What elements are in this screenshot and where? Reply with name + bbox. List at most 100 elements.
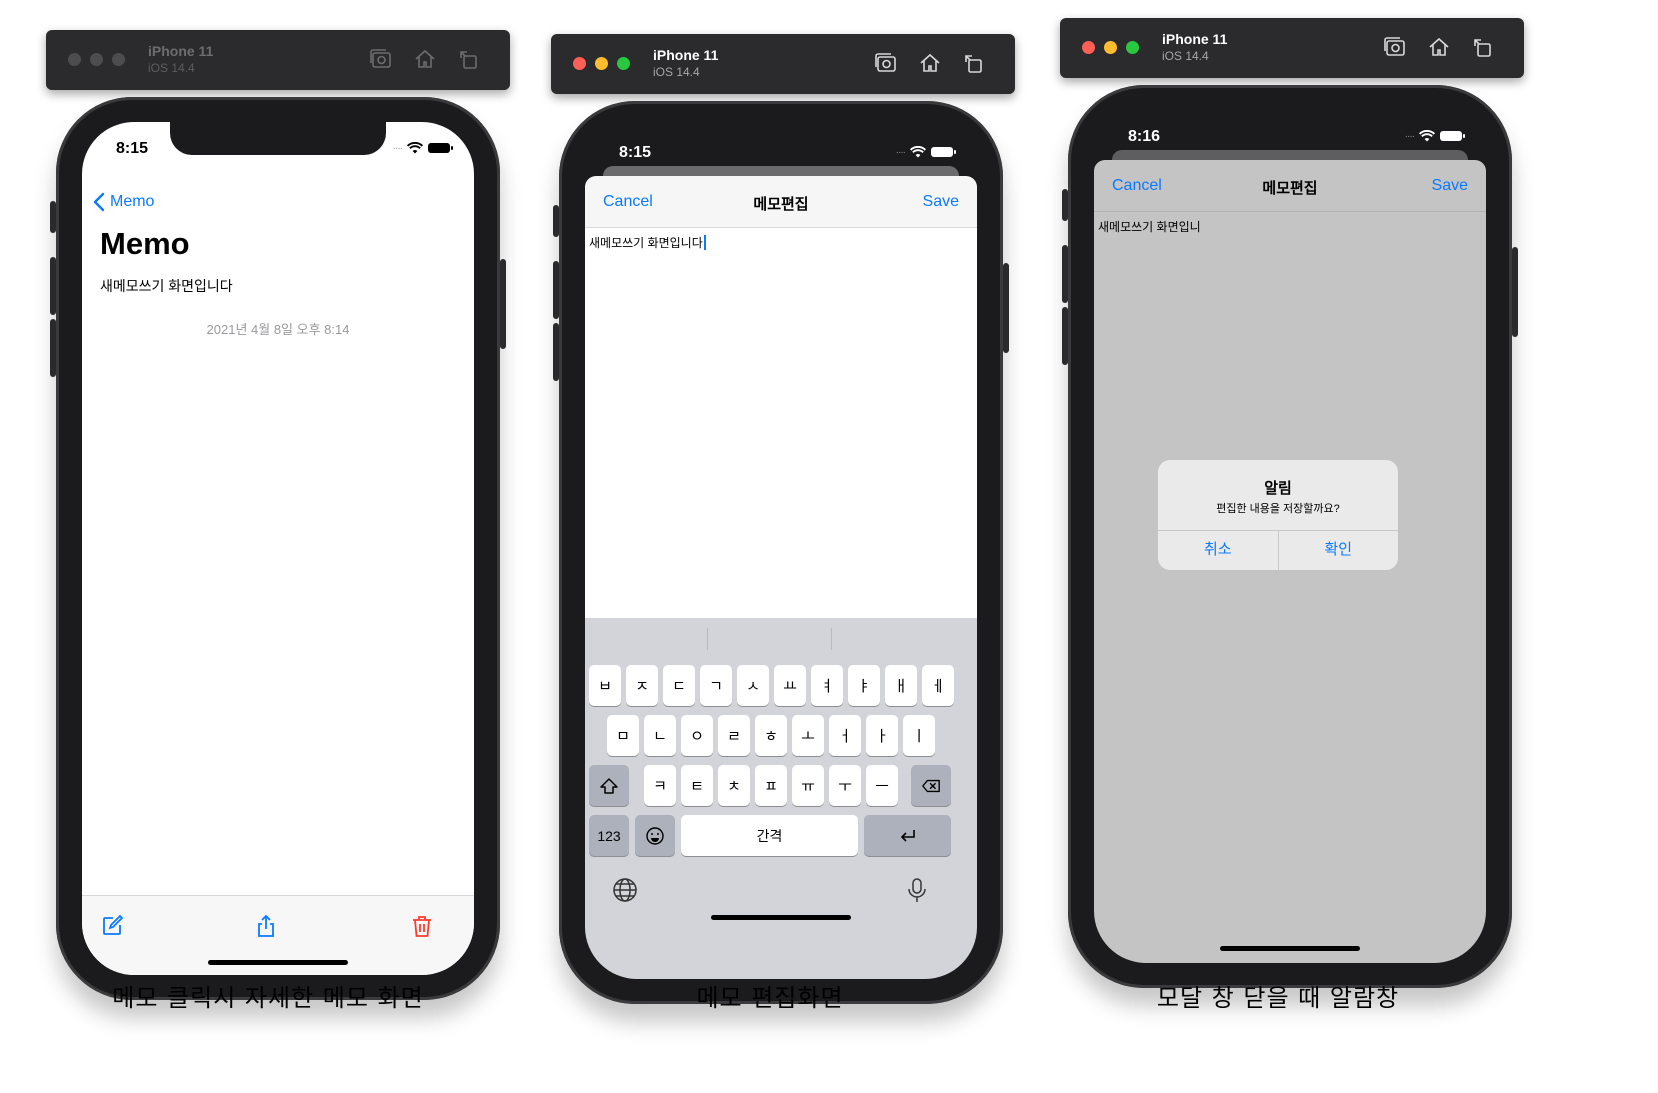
key[interactable]: ㅍ bbox=[755, 765, 787, 806]
suggestion-bar bbox=[585, 618, 977, 660]
cellular-icon: ···· bbox=[895, 146, 906, 158]
globe-icon[interactable] bbox=[611, 876, 639, 904]
key[interactable]: ㄴ bbox=[644, 715, 676, 756]
back-label: Memo bbox=[110, 193, 155, 210]
suggestion-divider bbox=[707, 628, 708, 650]
home-icon[interactable] bbox=[1426, 34, 1452, 60]
zoom-button[interactable] bbox=[112, 53, 125, 66]
mute-switch bbox=[50, 201, 56, 233]
alert-title: 알림 bbox=[1264, 480, 1292, 497]
rotate-icon[interactable] bbox=[456, 46, 482, 72]
home-indicator bbox=[1220, 946, 1360, 951]
share-icon[interactable] bbox=[254, 914, 278, 938]
minimize-button[interactable] bbox=[1104, 41, 1117, 54]
key[interactable]: ㅛ bbox=[774, 665, 806, 706]
alert-confirm-button[interactable]: 확인 bbox=[1277, 531, 1399, 570]
compose-icon[interactable] bbox=[100, 914, 124, 938]
key[interactable]: ㅜ bbox=[829, 765, 861, 806]
key[interactable]: ㅏ bbox=[866, 715, 898, 756]
power-button bbox=[1512, 247, 1518, 337]
close-button[interactable] bbox=[573, 57, 586, 70]
simulator-titlebar[interactable]: iPhone 11 iOS 14.4 bbox=[46, 30, 510, 90]
zoom-button[interactable] bbox=[617, 57, 630, 70]
battery-icon bbox=[428, 143, 453, 153]
trash-icon[interactable] bbox=[410, 914, 434, 938]
key[interactable]: ㅠ bbox=[792, 765, 824, 806]
power-button bbox=[1003, 263, 1009, 353]
key[interactable]: ㄷ bbox=[663, 665, 695, 706]
editor-text: 새메모쓰기 화면입니다 bbox=[589, 236, 703, 250]
window-controls bbox=[573, 57, 630, 70]
key[interactable]: ㄹ bbox=[718, 715, 750, 756]
screenshot-icon[interactable] bbox=[368, 46, 394, 72]
emoji-key[interactable] bbox=[635, 815, 675, 856]
key[interactable]: ㅓ bbox=[829, 715, 861, 756]
key[interactable]: ㅂ bbox=[589, 665, 621, 706]
battery-icon bbox=[1440, 131, 1465, 141]
back-button[interactable]: Memo bbox=[92, 192, 154, 212]
zoom-button[interactable] bbox=[1126, 41, 1139, 54]
korean-keyboard: ㅂ ㅈ ㄷ ㄱ ㅅ ㅛ ㅕ ㅑ ㅐ ㅔ ㅁ ㄴ ㅇ ㄹ ㅎ ㅗ ㅓ ㅏ ㅣ ㅋ … bbox=[585, 618, 977, 979]
key[interactable]: ㅗ bbox=[792, 715, 824, 756]
wifi-icon bbox=[910, 146, 926, 158]
key[interactable]: ㅅ bbox=[737, 665, 769, 706]
alert-message: 편집한 내용을 저장할까요? bbox=[1216, 503, 1340, 515]
return-key[interactable] bbox=[864, 815, 951, 856]
close-button[interactable] bbox=[1082, 41, 1095, 54]
window-controls bbox=[1082, 41, 1139, 54]
volume-up-button bbox=[553, 261, 559, 319]
key[interactable]: ㅋ bbox=[644, 765, 676, 806]
os-version: iOS 14.4 bbox=[148, 61, 195, 75]
minimize-button[interactable] bbox=[595, 57, 608, 70]
simulator-titlebar[interactable]: iPhone 11 iOS 14.4 bbox=[551, 34, 1015, 94]
key[interactable]: ㅌ bbox=[681, 765, 713, 806]
key[interactable]: ㄱ bbox=[700, 665, 732, 706]
simulator-titlebar[interactable]: iPhone 11 iOS 14.4 bbox=[1060, 18, 1524, 78]
phone-screen: 8:15 ···· Cancel 메모편집 Save 새메모쓰기 화면입니다 ㅂ… bbox=[585, 126, 977, 979]
caption: 메모 편집화면 bbox=[696, 984, 844, 1012]
backspace-icon bbox=[922, 779, 940, 792]
notch bbox=[1182, 110, 1398, 143]
power-button bbox=[500, 259, 506, 349]
key[interactable]: ㅈ bbox=[626, 665, 658, 706]
mute-switch bbox=[553, 205, 559, 237]
save-button[interactable]: Save bbox=[1432, 177, 1468, 195]
key[interactable]: ㅁ bbox=[607, 715, 639, 756]
key[interactable]: ㅣ bbox=[903, 715, 935, 756]
screenshot-icon[interactable] bbox=[873, 50, 899, 76]
window-controls bbox=[68, 53, 125, 66]
key[interactable]: ㅎ bbox=[755, 715, 787, 756]
key[interactable]: ㅇ bbox=[681, 715, 713, 756]
microphone-icon[interactable] bbox=[903, 876, 931, 904]
chevron-left-icon bbox=[93, 192, 105, 212]
numbers-key[interactable]: 123 bbox=[589, 815, 629, 856]
key[interactable]: ㅔ bbox=[922, 665, 954, 706]
screenshot-icon[interactable] bbox=[1382, 34, 1408, 60]
key[interactable]: ㅐ bbox=[885, 665, 917, 706]
key[interactable]: ㅡ bbox=[866, 765, 898, 806]
volume-down-button bbox=[553, 323, 559, 381]
key[interactable]: ㅊ bbox=[718, 765, 750, 806]
notch bbox=[673, 126, 889, 159]
home-indicator bbox=[208, 960, 348, 965]
phone-screen: 8:15 ···· Memo Memo 새메모쓰기 화면입니다 2021년 4월… bbox=[82, 122, 474, 975]
close-button[interactable] bbox=[68, 53, 81, 66]
home-icon[interactable] bbox=[917, 50, 943, 76]
key[interactable]: ㅕ bbox=[811, 665, 843, 706]
minimize-button[interactable] bbox=[90, 53, 103, 66]
alert-dialog: 알림 편집한 내용을 저장할까요? 취소 확인 bbox=[1158, 460, 1398, 570]
save-button[interactable]: Save bbox=[923, 193, 959, 211]
iphone-frame: 8:15 ···· Memo Memo 새메모쓰기 화면입니다 2021년 4월… bbox=[50, 97, 506, 1000]
home-icon[interactable] bbox=[412, 46, 438, 72]
alert-cancel-button[interactable]: 취소 bbox=[1158, 531, 1278, 570]
rotate-icon[interactable] bbox=[1470, 34, 1496, 60]
rotate-icon[interactable] bbox=[961, 50, 987, 76]
dimmed-modal: Cancel 메모편집 Save 새메모쓰기 화면입니 알림 편집한 내용을 저… bbox=[1094, 160, 1486, 963]
status-time: 8:16 bbox=[1128, 128, 1161, 145]
key[interactable]: ㅑ bbox=[848, 665, 880, 706]
shift-key[interactable] bbox=[589, 765, 629, 806]
shift-icon bbox=[600, 777, 618, 794]
space-key[interactable]: 간격 bbox=[681, 815, 858, 856]
text-editor[interactable]: 새메모쓰기 화면입니다 bbox=[585, 228, 977, 618]
backspace-key[interactable] bbox=[911, 765, 951, 806]
